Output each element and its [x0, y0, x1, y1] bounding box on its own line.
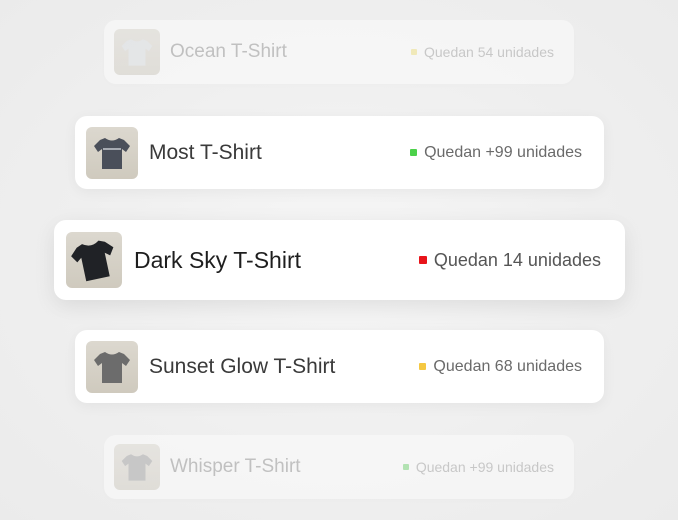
product-name: Whisper T-Shirt	[170, 456, 301, 477]
product-name: Ocean T-Shirt	[170, 41, 287, 62]
product-card[interactable]: Sunset Glow T-Shirt Quedan 68 unidades	[75, 330, 604, 403]
stock-label: Quedan +99 unidades	[424, 143, 582, 161]
status-indicator	[419, 363, 427, 370]
stock-label: Quedan +99 unidades	[415, 459, 554, 475]
product-card[interactable]: Ocean T-Shirt Quedan 54 unidades	[104, 20, 574, 84]
t-shirt-icon	[94, 351, 130, 383]
status-indicator	[410, 149, 418, 156]
product-thumbnail	[66, 232, 122, 288]
status-indicator	[402, 464, 409, 470]
stock-status: Quedan +99 unidades	[410, 144, 582, 162]
stock-status: Quedan 54 unidades	[411, 44, 554, 60]
t-shirt-icon	[94, 137, 130, 169]
product-name: Most T-Shirt	[149, 140, 262, 164]
stock-label: Quedan 14 unidades	[433, 249, 601, 270]
product-thumbnail	[86, 340, 138, 393]
stock-label: Quedan 54 unidades	[424, 44, 554, 60]
t-shirt-icon	[71, 240, 114, 282]
stock-label: Quedan 68 unidades	[433, 357, 582, 375]
stock-status: Quedan +99 unidades	[402, 459, 554, 475]
t-shirt-icon	[121, 454, 153, 481]
product-name: Sunset Glow T-Shirt	[149, 354, 336, 378]
product-card[interactable]: Most T-Shirt Quedan +99 unidades	[75, 116, 604, 189]
t-shirt-icon	[121, 39, 153, 66]
product-thumbnail	[114, 444, 160, 490]
stock-status: Quedan 14 unidades	[418, 249, 601, 271]
product-card[interactable]: Whisper T-Shirt Quedan +99 unidades	[104, 435, 574, 499]
product-name: Dark Sky T-Shirt	[134, 246, 301, 273]
status-indicator	[411, 49, 417, 55]
product-card[interactable]: Dark Sky T-Shirt Quedan 14 unidades	[54, 220, 625, 300]
stock-status: Quedan 68 unidades	[419, 358, 582, 376]
product-thumbnail	[114, 29, 160, 75]
product-thumbnail	[86, 126, 138, 179]
status-indicator	[418, 256, 427, 264]
product-stock-list: Ocean T-Shirt Quedan 54 unidades Most T-…	[0, 0, 678, 520]
